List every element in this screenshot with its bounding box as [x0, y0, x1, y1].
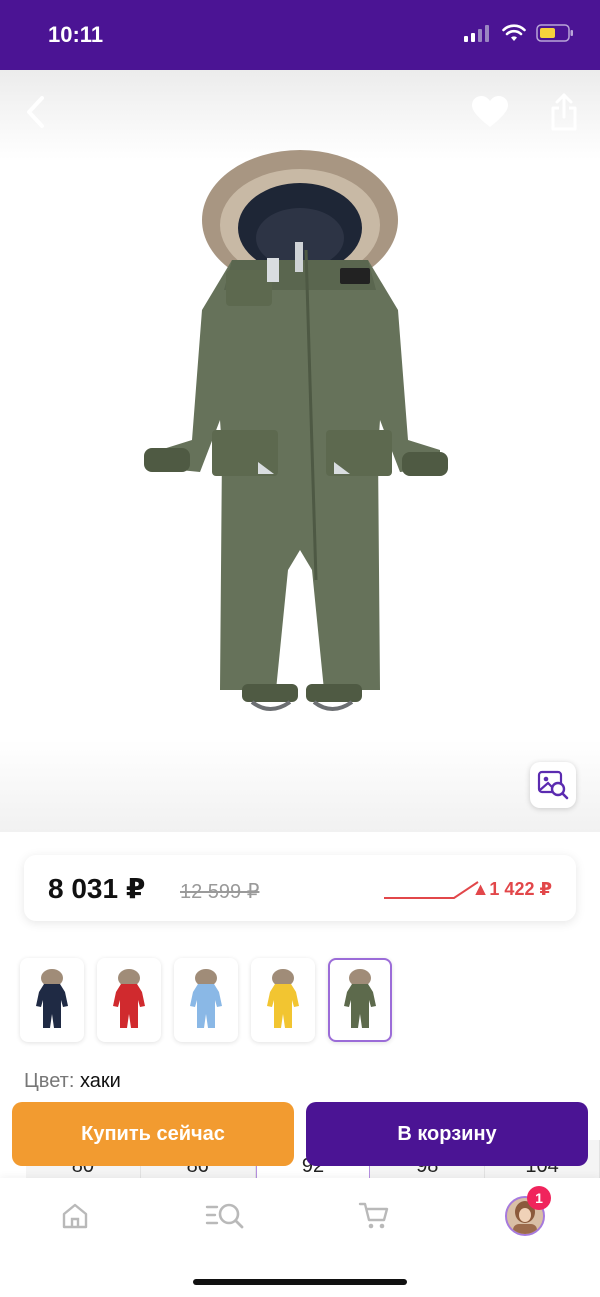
favorite-button[interactable]	[468, 90, 512, 134]
status-bar: 10:11	[0, 0, 600, 70]
price-card: 8 031 ₽ 12 599 ₽ ▲1 422 ₽	[24, 855, 576, 921]
chevron-left-icon	[27, 96, 44, 128]
product-gallery[interactable]	[0, 70, 600, 832]
swatch-thumbnail	[190, 969, 222, 1028]
back-button[interactable]	[14, 90, 58, 134]
tab-catalog[interactable]	[201, 1196, 249, 1236]
swatch-thumbnail	[36, 969, 68, 1028]
color-label: Цвет: хаки	[24, 1070, 121, 1093]
image-search-icon	[537, 770, 569, 800]
buy-now-button[interactable]: Купить сейчас	[12, 1102, 294, 1166]
swatch-body	[267, 984, 299, 1028]
share-button[interactable]	[542, 90, 586, 134]
add-to-cart-button[interactable]: В корзину	[306, 1102, 588, 1166]
color-swatch[interactable]	[97, 958, 161, 1042]
color-label-value: хаки	[79, 1070, 121, 1092]
current-price: 8 031 ₽	[48, 873, 146, 904]
color-swatch[interactable]	[174, 958, 238, 1042]
status-icons	[464, 24, 574, 42]
color-swatch[interactable]	[251, 958, 315, 1042]
price-change: ▲1 422 ₽	[471, 879, 552, 899]
tab-cart[interactable]	[350, 1196, 398, 1236]
home-icon	[62, 1203, 88, 1229]
price-history-sparkline[interactable]	[382, 877, 482, 901]
color-swatch[interactable]	[20, 958, 84, 1042]
signal-icon	[464, 25, 489, 42]
product-image[interactable]	[140, 150, 460, 720]
share-icon	[551, 93, 577, 131]
color-swatch-selected[interactable]	[328, 958, 392, 1042]
status-time: 10:11	[48, 22, 104, 47]
swatch-body	[36, 984, 68, 1028]
tab-home[interactable]	[51, 1196, 99, 1236]
cart-badge: 1	[527, 1186, 551, 1210]
swatch-body	[113, 984, 145, 1028]
swatch-body	[344, 984, 376, 1028]
swatch-thumbnail	[344, 969, 376, 1028]
battery-icon	[536, 24, 573, 42]
tab-profile[interactable]: 1	[501, 1186, 551, 1236]
old-price: 12 599 ₽	[180, 881, 260, 903]
color-label-key: Цвет:	[24, 1070, 75, 1092]
swatch-thumbnail	[113, 969, 145, 1028]
cart-icon	[358, 1202, 389, 1229]
wifi-icon	[502, 24, 526, 41]
visual-search-button[interactable]	[530, 762, 576, 808]
catalog-search-icon	[205, 1203, 244, 1229]
swatch-thumbnail	[267, 969, 299, 1028]
swatch-body	[190, 984, 222, 1028]
home-indicator	[193, 1279, 407, 1285]
color-swatches	[20, 958, 392, 1042]
heart-icon	[472, 96, 508, 127]
